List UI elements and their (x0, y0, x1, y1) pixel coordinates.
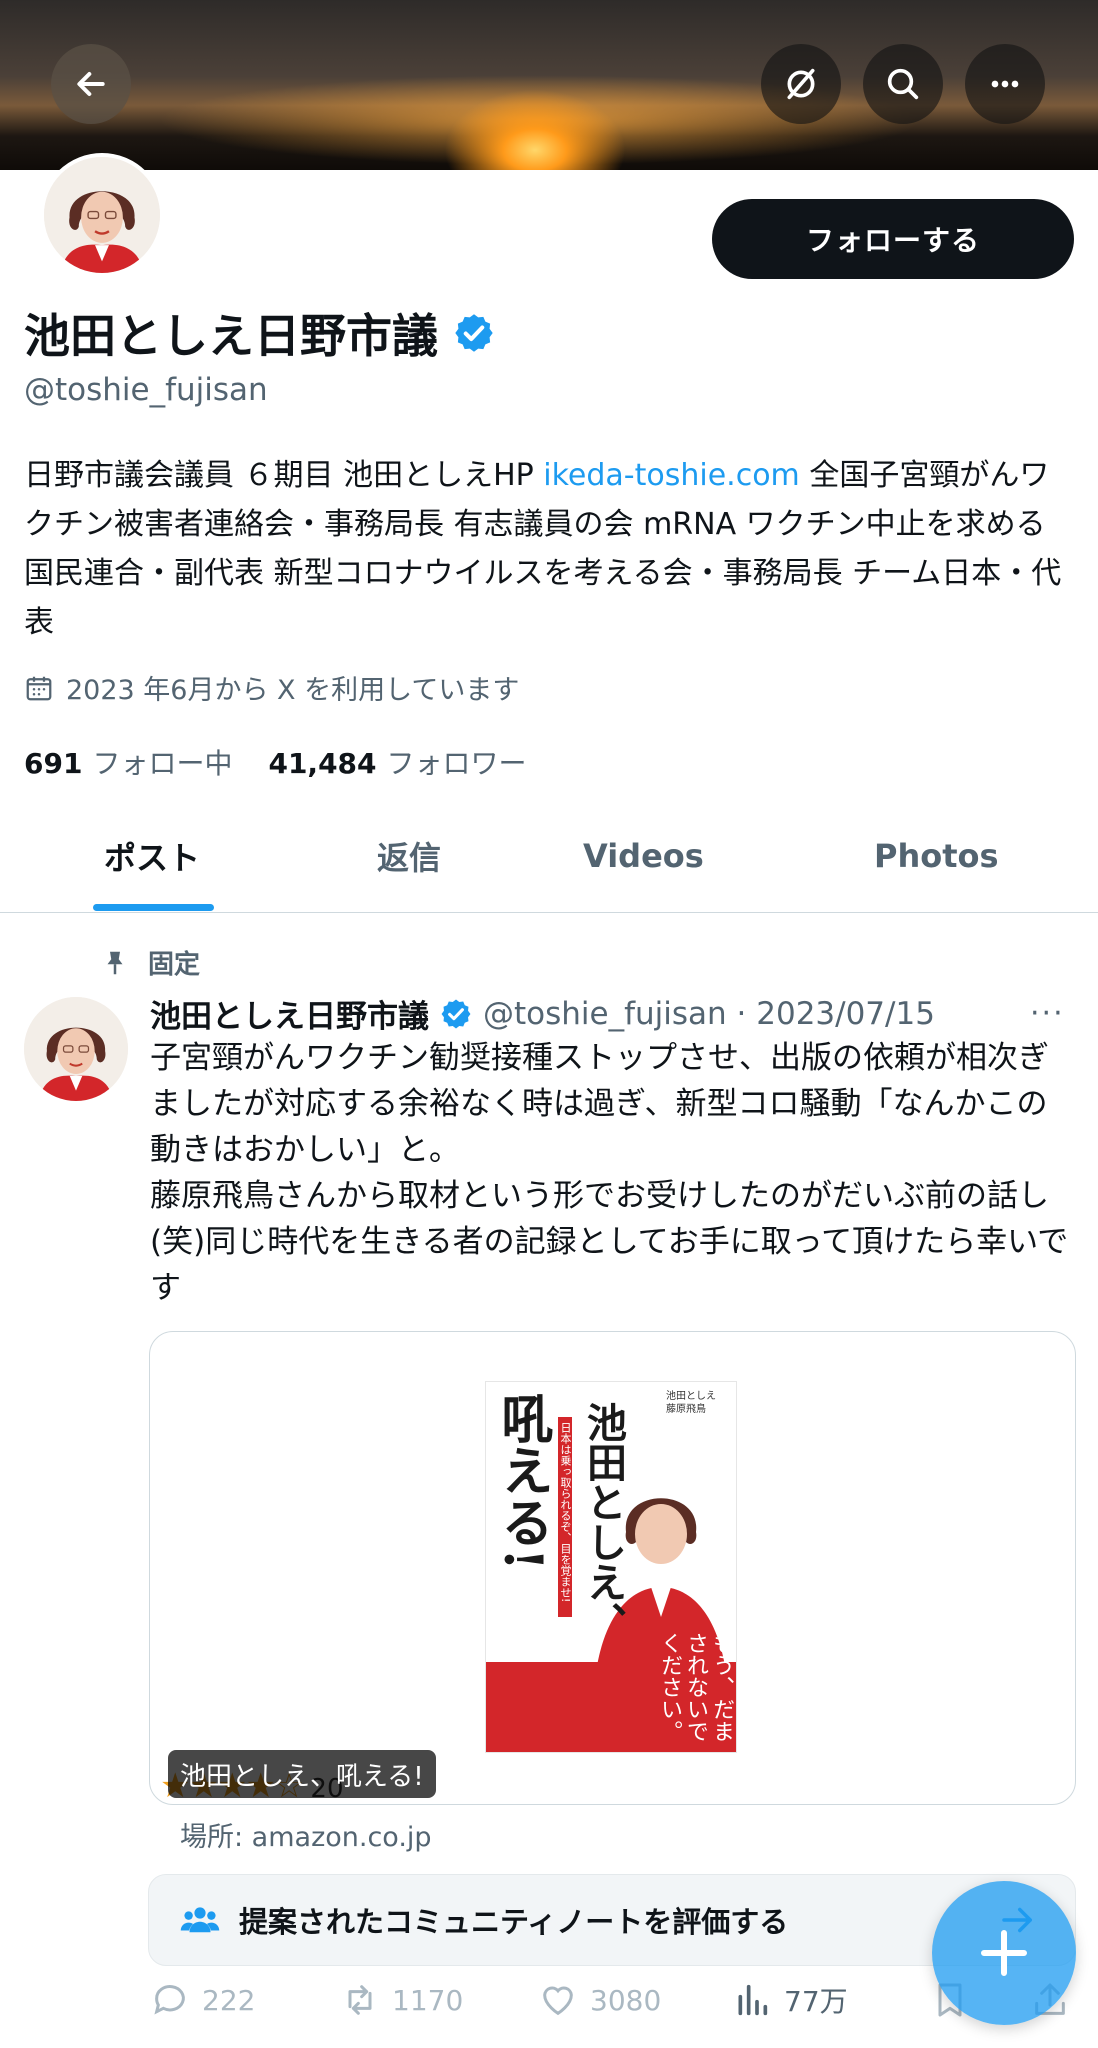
community-icon (180, 1907, 220, 1933)
search-button[interactable] (863, 44, 943, 124)
grok-icon (787, 68, 815, 100)
pin-icon (107, 951, 123, 974)
post-author-name[interactable]: 池田としえ日野市議 (150, 991, 429, 1036)
book-tagline: 日本は乗っ取られるぞ、目を覚ませ! (559, 1422, 572, 1603)
plus-icon (981, 1930, 1027, 1976)
post-handle-date: @toshie_fujisan · 2023/07/15 (483, 995, 935, 1032)
join-date-text: 2023 年6月から X を利用しています (66, 675, 520, 706)
pinned-indicator: 固定 (100, 944, 200, 981)
reply-button[interactable]: 222 (150, 1980, 255, 2020)
following-link[interactable]: 691 フォロー中 (24, 742, 232, 782)
tab-replies[interactable]: 返信 (377, 800, 441, 912)
repost-count: 1170 (392, 1983, 464, 2017)
like-count: 3080 (590, 1983, 662, 2017)
avatar-portrait (44, 157, 160, 273)
join-date: 2023 年6月から X を利用しています (24, 668, 519, 707)
active-tab-indicator (93, 904, 214, 911)
card-title-label: 池田としえ、吼える! (168, 1750, 436, 1798)
followers-label: フォロワー (386, 747, 527, 780)
profile-tabs: ポスト 返信 Videos Photos (0, 800, 1098, 913)
arrow-left-icon (77, 72, 105, 96)
followers-count: 41,484 (268, 747, 377, 780)
heart-icon (543, 1986, 573, 2016)
profile-handle: @toshie_fujisan (24, 372, 268, 408)
link-card[interactable]: 池田としえ、 吼える! 日本は乗っ取られるぞ、目を覚ませ! 池田としえ 藤原飛鳥… (149, 1331, 1076, 1805)
analytics-icon (738, 1984, 768, 2016)
profile-name-text: 池田としえ日野市議 (24, 309, 438, 363)
following-label: フォロー中 (92, 747, 233, 780)
verified-badge-icon (439, 997, 473, 1031)
compose-post-button[interactable] (932, 1881, 1076, 2025)
post-text: 子宮頸がんワクチン勧奨接種ストップさせ、出版の依頼が相次ぎましたが対応する余裕な… (150, 1040, 1069, 1306)
pinned-label: 固定 (148, 950, 201, 980)
card-source[interactable]: 場所: amazon.co.jp (180, 1815, 432, 1854)
book-title-2: 吼える! (492, 1392, 553, 1571)
post-more-options-icon[interactable]: ··· (1030, 996, 1065, 1031)
back-button[interactable] (51, 44, 131, 124)
search-icon (887, 68, 919, 100)
profile-bio: 日野市議会議員 ６期目 池田としえHP ikeda-toshie.com 全国子… (24, 451, 1074, 647)
more-options-button[interactable] (965, 44, 1045, 124)
follow-stats: 691 フォロー中 41,484 フォロワー (24, 742, 527, 782)
bio-website-link[interactable]: ikeda-toshie.com (543, 458, 800, 493)
verified-badge-icon[interactable] (452, 311, 496, 355)
reply-icon (154, 1985, 185, 2015)
post-author-avatar[interactable] (24, 997, 128, 1101)
reply-count: 222 (202, 1983, 256, 2017)
post-actions: 222 1170 3080 77万 (150, 1980, 1080, 2040)
more-icon (991, 80, 1019, 88)
bio-text: 日野市議会議員 ６期目 池田としえHP (24, 458, 544, 493)
profile-avatar[interactable] (40, 153, 164, 277)
profile-display-name: 池田としえ日野市議 (24, 300, 496, 366)
tab-videos[interactable]: Videos (583, 800, 704, 912)
following-count: 691 (24, 747, 83, 780)
book-title: 池田としえ、 (580, 1402, 627, 1642)
view-count: 77万 (784, 1985, 848, 2018)
like-button[interactable]: 3080 (538, 1980, 661, 2020)
followers-link[interactable]: 41,484 フォロワー (268, 742, 526, 782)
tab-photos[interactable]: Photos (874, 800, 999, 912)
views-button[interactable]: 77万 (732, 1980, 848, 2020)
repost-icon (348, 1985, 372, 2015)
book-authors: 池田としえ 藤原飛鳥 (666, 1391, 716, 1415)
post-header: 池田としえ日野市議 @toshie_fujisan · 2023/07/15 (150, 991, 935, 1036)
calendar-icon (26, 676, 52, 700)
repost-button[interactable]: 1170 (340, 1980, 463, 2020)
avatar-portrait (24, 997, 128, 1101)
book-banner-text: もう、だまされないでください。 (657, 1632, 734, 1742)
follow-button[interactable]: フォローする (712, 199, 1074, 279)
community-note-text: 提案されたコミュニティノートを評価する (239, 1905, 789, 1939)
tab-posts[interactable]: ポスト (104, 800, 200, 912)
book-cover-image: 池田としえ、 吼える! 日本は乗っ取られるぞ、目を覚ませ! 池田としえ 藤原飛鳥… (486, 1382, 736, 1752)
grok-button[interactable] (761, 44, 841, 124)
